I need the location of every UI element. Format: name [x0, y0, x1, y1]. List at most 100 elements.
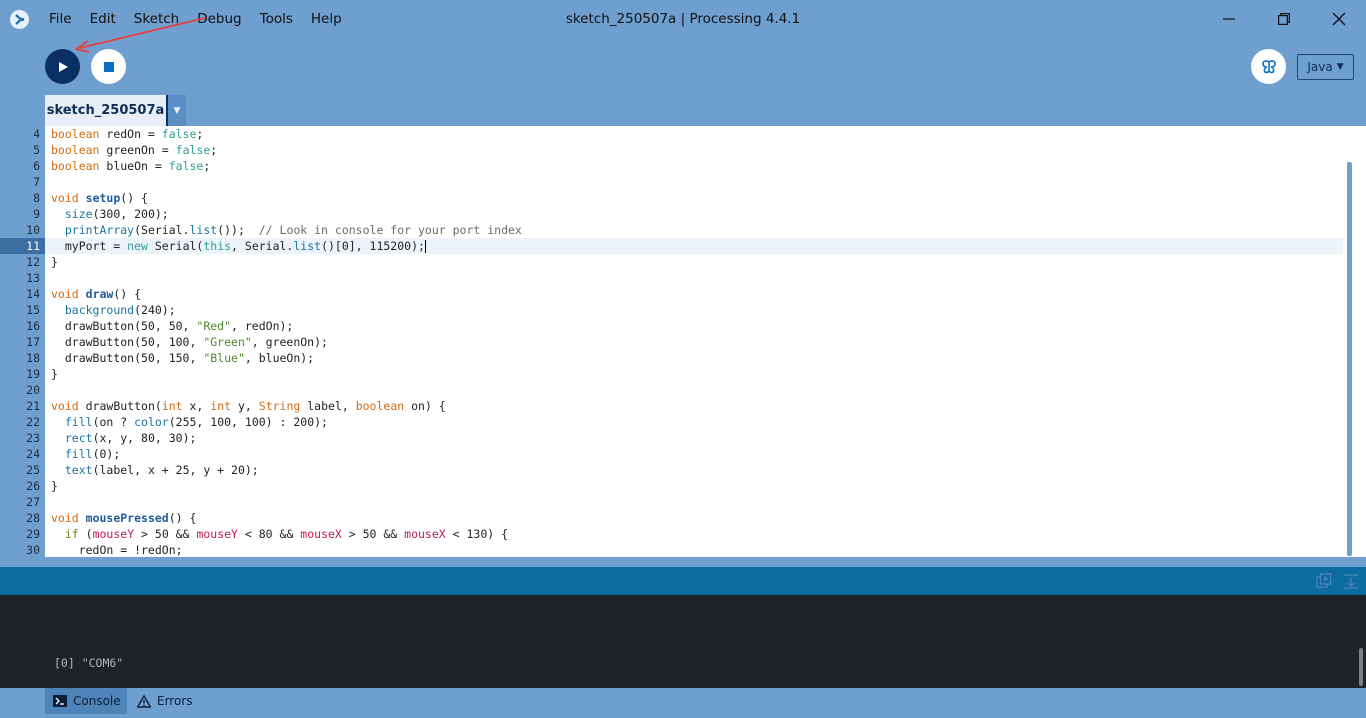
code-token: , redOn); [231, 319, 294, 333]
code-token: if [64, 527, 79, 541]
code-line[interactable]: 18 drawButton(50, 150, "Blue", blueOn); [0, 350, 1343, 366]
code-token: draw [85, 287, 114, 301]
butterfly-icon [1261, 59, 1276, 73]
code-line[interactable]: 12} [0, 254, 1343, 270]
code-line[interactable]: 20 [0, 382, 1343, 398]
code-token: } [51, 255, 58, 269]
mode-select[interactable]: Java ▼ [1297, 54, 1354, 80]
code-text: } [51, 254, 58, 270]
code-text: void mousePressed() { [51, 510, 196, 526]
code-line[interactable]: 6 boolean blueOn = false; [0, 158, 1343, 174]
code-text: } [51, 366, 58, 382]
code-line[interactable]: 28 void mousePressed() { [0, 510, 1343, 526]
code-token: "Red" [196, 319, 232, 333]
code-token: ; [210, 143, 218, 157]
code-token: < 80 && [237, 527, 301, 541]
code-token: "Blue" [203, 351, 245, 365]
code-line[interactable]: 24 fill(0); [0, 446, 1343, 462]
line-number: 10 [26, 223, 40, 237]
line-number: 28 [26, 511, 40, 525]
code-text: boolean redOn = false; [51, 126, 203, 142]
clear-console-icon[interactable] [1343, 573, 1359, 589]
code-token: , Serial. [231, 239, 294, 253]
code-line[interactable]: 30 redOn = !redOn; [0, 542, 1343, 557]
code-text: void draw() { [51, 286, 141, 302]
code-token: greenOn = [99, 143, 176, 157]
tab-console[interactable]: Console [45, 688, 127, 714]
code-line[interactable]: 15 background(240); [0, 302, 1343, 318]
code-token: , blueOn); [244, 351, 315, 365]
code-token: boolean [51, 143, 100, 157]
code-line[interactable]: 9 size(300, 200); [0, 206, 1343, 222]
minimize-icon [1222, 18, 1235, 20]
line-number: 8 [33, 191, 40, 205]
code-text: boolean blueOn = false; [51, 158, 210, 174]
copy-icon[interactable] [1316, 573, 1332, 589]
editor-divider[interactable] [0, 557, 1366, 567]
code-line[interactable]: 11 myPort = new Serial(this, Serial.list… [0, 238, 1343, 254]
minimize-button[interactable] [1201, 0, 1256, 38]
line-number: 18 [26, 351, 40, 365]
code-line[interactable]: 5 boolean greenOn = false; [0, 142, 1343, 158]
debugger-button[interactable] [1251, 49, 1286, 84]
code-line[interactable]: 21 void drawButton(int x, int y, String l… [0, 398, 1343, 414]
line-number: 13 [26, 271, 40, 285]
code-token: drawButton(50, 50, [51, 319, 197, 333]
menu-help[interactable]: Help [302, 0, 351, 38]
code-token: "Green" [203, 335, 252, 349]
editor-scrollbar-thumb[interactable] [1347, 162, 1352, 556]
code-token: boolean [51, 159, 100, 173]
code-line[interactable]: 29 if (mouseY > 50 && mouseY < 80 && mou… [0, 526, 1343, 542]
tab-menu-button[interactable]: ▼ [166, 95, 186, 126]
code-line[interactable]: 17 drawButton(50, 100, "Green", greenOn)… [0, 334, 1343, 350]
line-number: 7 [33, 175, 40, 189]
console-panel[interactable]: [0] "COM6" [0, 595, 1366, 688]
line-number: 27 [26, 495, 40, 509]
code-token: this [203, 239, 232, 253]
console-scrollbar-thumb[interactable] [1359, 648, 1363, 686]
code-token: (0); [92, 447, 121, 461]
code-line[interactable]: 4 boolean redOn = false; [0, 126, 1343, 142]
menu-tools[interactable]: Tools [251, 0, 302, 38]
code-line[interactable]: 26} [0, 478, 1343, 494]
code-line[interactable]: 8 void setup() { [0, 190, 1343, 206]
tab-sketch[interactable]: sketch_250507a [45, 95, 166, 126]
code-token: false [168, 159, 204, 173]
restore-button[interactable] [1256, 0, 1311, 38]
code-token: ; [203, 159, 211, 173]
code-line[interactable]: 22 fill(on ? color(255, 100, 100) : 200)… [0, 414, 1343, 430]
tab-errors[interactable]: Errors [131, 688, 211, 714]
code-text: redOn = !redOn; [51, 542, 183, 557]
code-line[interactable]: 10 printArray(Serial.list()); // Look in… [0, 222, 1343, 238]
code-line[interactable]: 25 text(label, x + 25, y + 20); [0, 462, 1343, 478]
code-line[interactable]: 27 [0, 494, 1343, 510]
code-token: list [189, 223, 218, 237]
code-token: (Serial. [134, 223, 190, 237]
line-number: 16 [26, 319, 40, 333]
caret-down-icon: ▼ [1336, 62, 1344, 72]
code-token: fill [64, 415, 93, 429]
code-line[interactable]: 7 [0, 174, 1343, 190]
code-line[interactable]: 23 rect(x, y, 80, 30); [0, 430, 1343, 446]
tab-errors-label: Errors [157, 694, 193, 708]
code-line[interactable]: 16 drawButton(50, 50, "Red", redOn); [0, 318, 1343, 334]
code-token: } [51, 367, 58, 381]
code-line[interactable]: 14 void draw() { [0, 286, 1343, 302]
code-text: myPort = new Serial(this, Serial.list()[… [51, 238, 426, 254]
code-line[interactable]: 19} [0, 366, 1343, 382]
play-icon [58, 61, 68, 72]
code-token: } [51, 479, 58, 493]
close-button[interactable] [1311, 0, 1366, 38]
code-token: < 130) { [445, 527, 509, 541]
code-editor[interactable]: 4 boolean redOn = false; 5 boolean greenOn … [0, 126, 1366, 557]
code-token: rect [64, 431, 93, 445]
line-number: 29 [26, 527, 40, 541]
code-line[interactable]: 13 [0, 270, 1343, 286]
line-number: 22 [26, 415, 40, 429]
code-token: x, [182, 399, 211, 413]
